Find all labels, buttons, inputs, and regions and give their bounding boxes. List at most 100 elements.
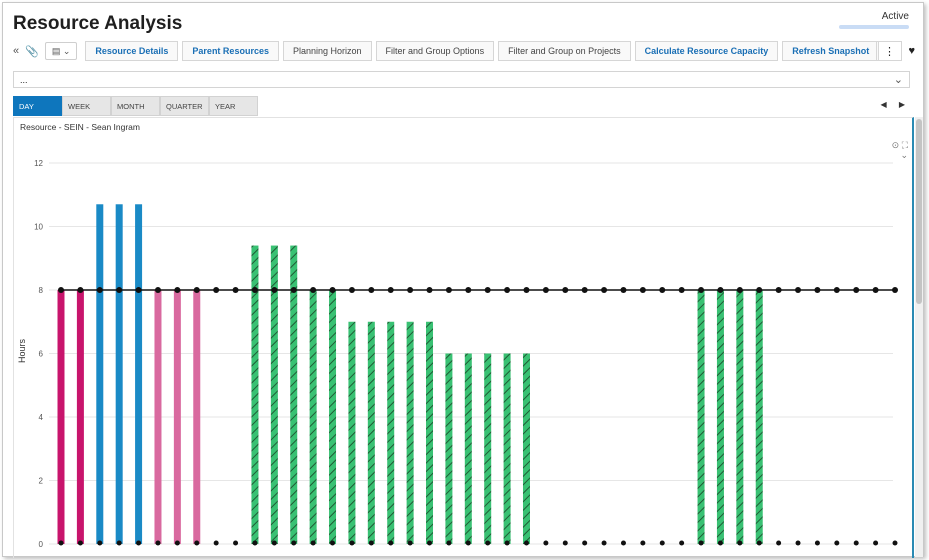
baseline-point [640,540,646,546]
bar[interactable] [96,204,104,544]
y-tick-label: 8 [39,286,44,295]
bar[interactable] [484,353,492,545]
capacity-point[interactable] [892,287,898,293]
capacity-point[interactable] [251,287,258,293]
capacity-point[interactable] [193,287,200,293]
capacity-point[interactable] [504,287,511,293]
capacity-point[interactable] [698,287,705,293]
baseline-point [446,540,452,546]
bar[interactable] [503,353,511,545]
baseline-point [407,540,413,546]
capacity-point[interactable] [659,287,666,293]
capacity-point[interactable] [174,287,181,293]
capacity-point[interactable] [77,287,84,293]
capacity-point[interactable] [639,287,646,293]
capacity-point[interactable] [290,287,297,293]
capacity-point[interactable] [135,287,142,293]
capacity-point[interactable] [310,287,317,293]
bar[interactable] [57,290,65,544]
capacity-point[interactable] [271,287,278,293]
capacity-point[interactable] [736,287,743,293]
bar[interactable] [755,290,763,544]
baseline-point [136,540,142,546]
bar[interactable] [115,204,123,544]
baseline-point [679,540,685,546]
bar[interactable] [154,290,162,544]
capacity-point[interactable] [562,287,569,293]
bar[interactable] [716,290,724,544]
bar[interactable] [329,290,337,544]
capacity-point[interactable] [484,287,491,293]
baseline-point [427,540,433,546]
y-tick-label: 0 [39,540,44,549]
bar[interactable] [464,353,472,545]
bar[interactable] [522,353,530,545]
capacity-point[interactable] [523,287,530,293]
baseline-point [776,540,782,546]
baseline-point [698,540,704,546]
bar[interactable] [426,321,434,544]
baseline-point [58,540,64,546]
bar[interactable] [76,290,84,544]
baseline-point [873,540,879,546]
baseline-point [737,540,743,546]
capacity-point[interactable] [116,287,123,293]
capacity-point[interactable] [601,287,608,293]
capacity-point[interactable] [581,287,588,293]
y-axis-label: Hours [17,338,27,363]
baseline-point [77,540,83,546]
capacity-point[interactable] [872,287,879,293]
capacity-point[interactable] [756,287,763,293]
baseline-point [271,540,277,546]
capacity-point[interactable] [348,287,355,293]
baseline-point [756,540,762,546]
capacity-point[interactable] [368,287,375,293]
capacity-point[interactable] [407,287,414,293]
bar[interactable] [736,290,744,544]
baseline-point [717,540,723,546]
bar[interactable] [348,321,356,544]
capacity-point[interactable] [465,287,472,293]
baseline-point [155,540,161,546]
capacity-point[interactable] [833,287,840,293]
bar[interactable] [697,290,705,544]
capacity-point[interactable] [775,287,782,293]
bar[interactable] [387,321,395,544]
capacity-point[interactable] [329,287,336,293]
baseline-point [504,540,510,546]
capacity-point[interactable] [542,287,549,293]
y-tick-label: 4 [39,413,44,422]
capacity-point[interactable] [213,287,220,293]
capacity-point[interactable] [620,287,627,293]
baseline-point [213,540,219,546]
baseline-point [523,540,529,546]
baseline-point [582,540,588,546]
bar[interactable] [309,290,317,544]
bar[interactable] [367,321,375,544]
capacity-point[interactable] [426,287,433,293]
baseline-point [543,540,549,546]
bar[interactable] [193,290,201,544]
capacity-point[interactable] [853,287,860,293]
baseline-point [814,540,820,546]
bar[interactable] [445,353,453,545]
baseline-point [465,540,471,546]
capacity-point[interactable] [58,287,64,293]
capacity-point[interactable] [717,287,724,293]
bar[interactable] [173,290,181,544]
bar[interactable] [135,204,143,544]
capacity-point[interactable] [445,287,452,293]
baseline-point [892,540,898,546]
baseline-point [252,540,258,546]
bar[interactable] [406,321,414,544]
capacity-point[interactable] [678,287,685,293]
app-window: Resource Analysis Active « 📎 ▤ ⌄ Resourc… [2,2,924,558]
capacity-point[interactable] [795,287,802,293]
capacity-point[interactable] [96,287,103,293]
capacity-point[interactable] [154,287,161,293]
baseline-point [388,540,394,546]
capacity-point[interactable] [387,287,394,293]
capacity-point[interactable] [232,287,239,293]
baseline-point [795,540,801,546]
capacity-point[interactable] [814,287,821,293]
